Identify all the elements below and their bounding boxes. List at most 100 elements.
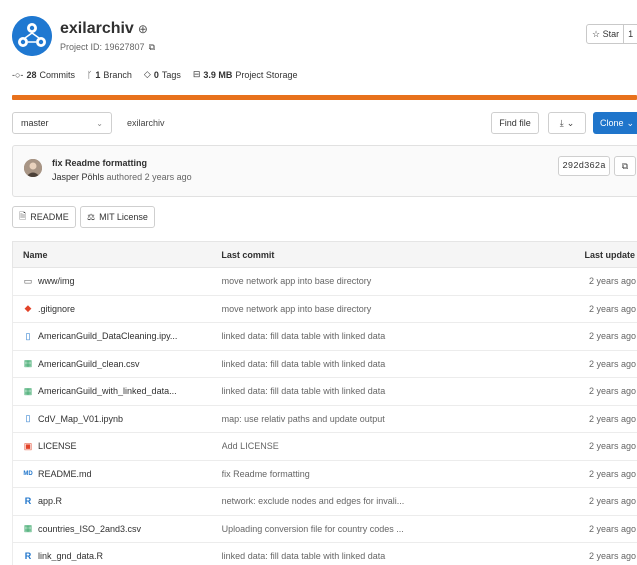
table-row[interactable]: Rlink_gnd_data.R linked data: fill data t… xyxy=(12,543,637,565)
csv-file-icon: ▦ xyxy=(23,358,33,369)
file-last-commit[interactable]: linked data: fill data table with linked… xyxy=(222,386,561,396)
table-row[interactable]: ▦ AmericanGuild_clean.csv linked data: fil… xyxy=(12,350,637,378)
file-name[interactable]: www/img xyxy=(38,276,75,286)
file-name-cell[interactable]: Rapp.R xyxy=(13,496,222,506)
file-name[interactable]: AmericanGuild_DataCleaning.ipy... xyxy=(38,331,177,341)
star-button[interactable]: ☆ Star 1 xyxy=(586,24,637,44)
file-last-update: 2 years ago xyxy=(588,386,636,397)
folder-icon: ▭ xyxy=(23,276,33,286)
commits-link[interactable]: -○- 28 Commits xyxy=(12,69,75,80)
file-last-update: 2 years ago xyxy=(588,441,636,452)
license-icon: ▣ xyxy=(23,441,33,451)
file-name[interactable]: LICENSE xyxy=(38,441,77,451)
project-avatar[interactable] xyxy=(12,16,52,56)
language-bar[interactable] xyxy=(12,95,637,100)
file-name-cell[interactable]: Rlink_gnd_data.R xyxy=(13,551,222,561)
scale-icon: ⚖ xyxy=(87,211,96,222)
file-last-update: 2 years ago xyxy=(588,358,636,369)
file-last-commit[interactable]: Add LICENSE xyxy=(222,441,561,451)
file-name[interactable]: README.md xyxy=(38,469,92,479)
clone-label: Clone xyxy=(600,118,624,128)
file-last-update: 2 years ago xyxy=(588,551,636,562)
author-avatar[interactable] xyxy=(24,159,42,177)
file-name[interactable]: CdV_Map_V01.ipynb xyxy=(38,414,123,424)
table-row[interactable]: ▯ CdV_Map_V01.ipynb map: use relativ paths… xyxy=(12,405,637,433)
file-name[interactable]: .gitignore xyxy=(38,304,75,314)
file-last-update: 2 years ago xyxy=(588,276,636,287)
table-row[interactable]: Rapp.R network: exclude nodes and edges f… xyxy=(12,488,637,516)
file-last-update: 2 years ago xyxy=(588,468,636,479)
table-row[interactable]: ▯ AmericanGuild_DataCleaning.ipy... linked… xyxy=(12,323,637,351)
table-row[interactable]: ▦ AmericanGuild_with_linked_data... linked… xyxy=(12,378,637,406)
file-name-cell[interactable]: ▦ countries_ISO_2and3.csv xyxy=(13,524,222,534)
file-name-cell[interactable]: ▯ CdV_Map_V01.ipynb xyxy=(13,414,222,424)
table-row[interactable]: ▦ countries_ISO_2and3.csv Uploading conver… xyxy=(12,515,637,543)
file-last-update: 2 years ago xyxy=(588,413,636,424)
commit-author[interactable]: Jasper Pöhls xyxy=(52,172,104,182)
file-last-commit[interactable]: move network app into base directory xyxy=(222,276,561,286)
file-last-commit[interactable]: Uploading conversion file for country co… xyxy=(222,524,561,534)
tags-link[interactable]: ◇ 0 Tags xyxy=(144,69,181,80)
table-body: ▭ www/img move network app into base direc… xyxy=(12,268,637,565)
file-name-cell[interactable]: MD README.md xyxy=(13,469,222,479)
project-stats: -○- 28 Commits ᚴ 1 Branch ◇ 0 Tags ⊟ 3.9 MB Proj… xyxy=(12,69,297,80)
copy-sha-button[interactable]: ⧉ xyxy=(614,156,636,176)
copy-icon[interactable]: ⧉ xyxy=(149,42,155,53)
file-last-update: 2 years ago xyxy=(588,523,636,534)
license-label: MIT License xyxy=(99,212,148,222)
file-name-cell[interactable]: ▣ LICENSE xyxy=(13,441,222,451)
storage-link[interactable]: ⊟ 3.9 MB Project Storage xyxy=(193,69,298,80)
header-name: Name xyxy=(23,249,48,260)
table-header: Name Last commit Last update xyxy=(12,241,637,268)
file-name[interactable]: link_gnd_data.R xyxy=(38,551,103,561)
download-button[interactable]: ⤓ ⌄ xyxy=(548,112,586,134)
file-last-commit[interactable]: linked data: fill data table with linked… xyxy=(222,331,561,341)
file-name[interactable]: AmericanGuild_clean.csv xyxy=(38,359,140,369)
copy-icon: ⧉ xyxy=(621,160,629,171)
file-last-update: 2 years ago xyxy=(588,303,636,314)
project-id: Project ID: 19627807 ⧉ xyxy=(60,42,155,53)
file-last-commit[interactable]: fix Readme formatting xyxy=(222,469,561,479)
file-last-commit[interactable]: network: exclude nodes and edges for inv… xyxy=(222,496,561,506)
find-file-button[interactable]: Find file xyxy=(491,112,539,134)
file-last-commit[interactable]: linked data: fill data table with linked… xyxy=(222,359,561,369)
csv-file-icon: ▦ xyxy=(23,523,33,534)
branches-link[interactable]: ᚴ 1 Branch xyxy=(87,69,132,80)
globe-icon: ⊕ xyxy=(137,22,148,36)
file-name[interactable]: app.R xyxy=(38,496,62,506)
file-last-update: 2 years ago xyxy=(588,496,636,507)
readme-button[interactable]: 🗎 README xyxy=(12,206,76,228)
storage-icon: ⊟ xyxy=(192,69,201,79)
license-button[interactable]: ⚖ MIT License xyxy=(80,206,155,228)
clone-button[interactable]: Clone ⌄ xyxy=(593,112,637,134)
r-file-icon: R xyxy=(24,551,32,562)
table-row[interactable]: MD README.md fix Readme formatting 2 years … xyxy=(12,460,637,488)
file-name-cell[interactable]: ▦ AmericanGuild_clean.csv xyxy=(13,359,222,369)
notebook-file-icon: ▯ xyxy=(25,413,31,424)
table-row[interactable]: ▣ LICENSE Add LICENSE 2 years ago xyxy=(12,433,637,461)
readme-label: README xyxy=(30,212,69,222)
commit-message[interactable]: fix Readme formatting xyxy=(52,158,147,168)
branch-selector[interactable]: master ⌄ xyxy=(12,112,112,134)
star-count[interactable]: 1 xyxy=(628,29,633,39)
file-last-commit[interactable]: map: use relativ paths and update output xyxy=(222,414,561,424)
chevron-down-icon: ⌄ xyxy=(96,118,103,128)
file-name[interactable]: AmericanGuild_with_linked_data... xyxy=(38,386,177,396)
commit-icon: -○- xyxy=(12,69,24,80)
file-name-cell[interactable]: ▭ www/img xyxy=(13,276,222,286)
markdown-icon: MD xyxy=(23,470,33,477)
download-icon: ⤓ xyxy=(559,117,564,128)
table-row[interactable]: ▭ www/img move network app into base direc… xyxy=(12,268,637,296)
file-name-cell[interactable]: ▦ AmericanGuild_with_linked_data... xyxy=(13,386,222,396)
file-name-cell[interactable]: ◆ .gitignore xyxy=(13,304,222,314)
table-row[interactable]: ◆ .gitignore move network app into base di… xyxy=(12,295,637,323)
branch-name: master xyxy=(21,118,49,128)
breadcrumb[interactable]: exilarchiv xyxy=(127,118,165,128)
csv-file-icon: ▦ xyxy=(23,386,33,396)
file-last-commit[interactable]: linked data: fill data table with linked… xyxy=(222,551,561,561)
project-id-text: Project ID: 19627807 xyxy=(60,42,145,52)
commit-sha[interactable]: 292d362a xyxy=(558,156,610,176)
file-last-commit[interactable]: move network app into base directory xyxy=(222,304,561,314)
file-name-cell[interactable]: ▯ AmericanGuild_DataCleaning.ipy... xyxy=(13,331,222,341)
file-name[interactable]: countries_ISO_2and3.csv xyxy=(38,524,141,534)
